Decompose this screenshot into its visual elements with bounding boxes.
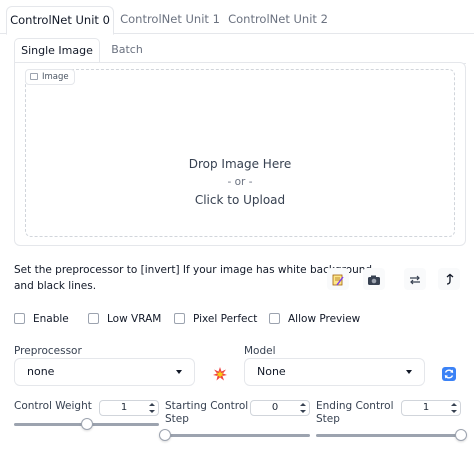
click-to-upload-text[interactable]: Click to Upload: [15, 193, 465, 207]
drop-image-text: Drop Image Here: [188, 157, 292, 171]
ending-control-step-label-line1: Ending Control: [316, 400, 394, 412]
controlnet-unit-panel: Single Image Batch Image Drop Image Here…: [6, 34, 468, 450]
tab-controlnet-unit-0[interactable]: ControlNet Unit 0: [6, 6, 114, 35]
low-vram-checkbox-box[interactable]: [88, 313, 99, 324]
up-arrow-icon: [446, 273, 454, 285]
ending-control-step-track[interactable]: [316, 434, 461, 437]
chevron-down-icon: [176, 370, 182, 374]
model-select[interactable]: None: [244, 358, 425, 386]
refresh-icon: [442, 366, 456, 381]
ending-control-step-label-line2: Step: [316, 413, 340, 425]
send-dimensions-button[interactable]: [438, 268, 460, 290]
starting-control-step-track[interactable]: [165, 434, 310, 437]
starting-control-step-thumb[interactable]: [159, 429, 171, 441]
image-icon: [30, 73, 38, 80]
control-weight-value: 1: [120, 402, 128, 413]
camera-icon: [368, 275, 380, 285]
spinner-icon[interactable]: [300, 402, 306, 414]
control-weight-label: Control Weight: [14, 400, 92, 413]
ending-control-step-value: 1: [422, 402, 430, 413]
preprocessor-select[interactable]: none: [14, 358, 195, 386]
upload-dropzone[interactable]: [25, 69, 455, 237]
control-weight-number-input[interactable]: 1: [99, 400, 159, 416]
chevron-down-icon: [406, 370, 412, 374]
invert-hint-line2: and black lines.: [14, 280, 97, 292]
low-vram-checkbox[interactable]: Low VRAM: [88, 312, 161, 328]
tab-single-image[interactable]: Single Image: [14, 38, 100, 65]
mirror-webcam-button[interactable]: [404, 268, 426, 290]
control-weight-thumb[interactable]: [80, 418, 93, 430]
tab-controlnet-unit-1[interactable]: ControlNet Unit 1: [118, 6, 222, 34]
or-text: - or -: [227, 176, 253, 188]
spinner-icon[interactable]: [149, 402, 155, 414]
pixel-perfect-checkbox[interactable]: Pixel Perfect: [174, 312, 257, 328]
enable-label: Enable: [33, 313, 69, 325]
low-vram-label: Low VRAM: [107, 313, 162, 325]
ending-control-step-thumb[interactable]: [455, 429, 467, 441]
webcam-button[interactable]: [363, 268, 385, 290]
starting-control-step-number-input[interactable]: 0: [250, 400, 310, 416]
pixel-perfect-checkbox-box[interactable]: [174, 313, 185, 324]
pixel-perfect-label: Pixel Perfect: [193, 313, 258, 325]
invert-hint-text: Set the preprocessor to [invert] If your…: [14, 262, 373, 294]
refresh-models-button[interactable]: [438, 362, 460, 384]
preprocessor-label: Preprocessor: [14, 345, 82, 357]
image-label-badge: Image: [25, 69, 75, 85]
starting-control-step-label-line1: Starting Control: [165, 400, 249, 412]
model-value: None: [257, 365, 286, 378]
open-canvas-button[interactable]: [327, 268, 349, 290]
swap-icon: [410, 275, 420, 284]
starting-control-step-label: Starting Control Step: [165, 400, 248, 426]
image-mode-tabs: Single Image Batch: [14, 38, 466, 65]
notepad-icon: [332, 274, 344, 285]
enable-checkbox-box[interactable]: [14, 313, 25, 324]
tab-controlnet-unit-2[interactable]: ControlNet Unit 2: [226, 6, 330, 34]
run-preprocessor-button[interactable]: [209, 362, 231, 384]
allow-preview-label: Allow Preview: [288, 313, 361, 325]
options-checkboxes: Enable Low VRAM Pixel Perfect Allow Prev…: [14, 312, 466, 328]
starting-control-step-label-line2: Step: [165, 413, 189, 425]
tab-batch[interactable]: Batch: [104, 38, 150, 64]
explosion-icon: [213, 366, 227, 380]
spinner-icon[interactable]: [451, 402, 457, 414]
model-label: Model: [244, 345, 276, 357]
preprocessor-value: none: [27, 365, 55, 378]
ending-control-step-number-input[interactable]: 1: [401, 400, 461, 416]
invert-hint-line1: Set the preprocessor to [invert] If your…: [14, 264, 373, 276]
allow-preview-checkbox[interactable]: Allow Preview: [269, 312, 360, 328]
starting-control-step-value: 0: [271, 402, 279, 413]
enable-checkbox[interactable]: Enable: [14, 312, 69, 328]
allow-preview-checkbox-box[interactable]: [269, 313, 280, 324]
image-label-text: Image: [42, 72, 69, 82]
unit-tabs: ControlNet Unit 0 ControlNet Unit 1 Cont…: [0, 0, 474, 35]
ending-control-step-label: Ending Control Step: [316, 400, 393, 426]
control-weight-label-line1: Control Weight: [14, 400, 92, 412]
image-upload-area[interactable]: Image Drop Image Here - or - Click to Up…: [14, 62, 466, 246]
